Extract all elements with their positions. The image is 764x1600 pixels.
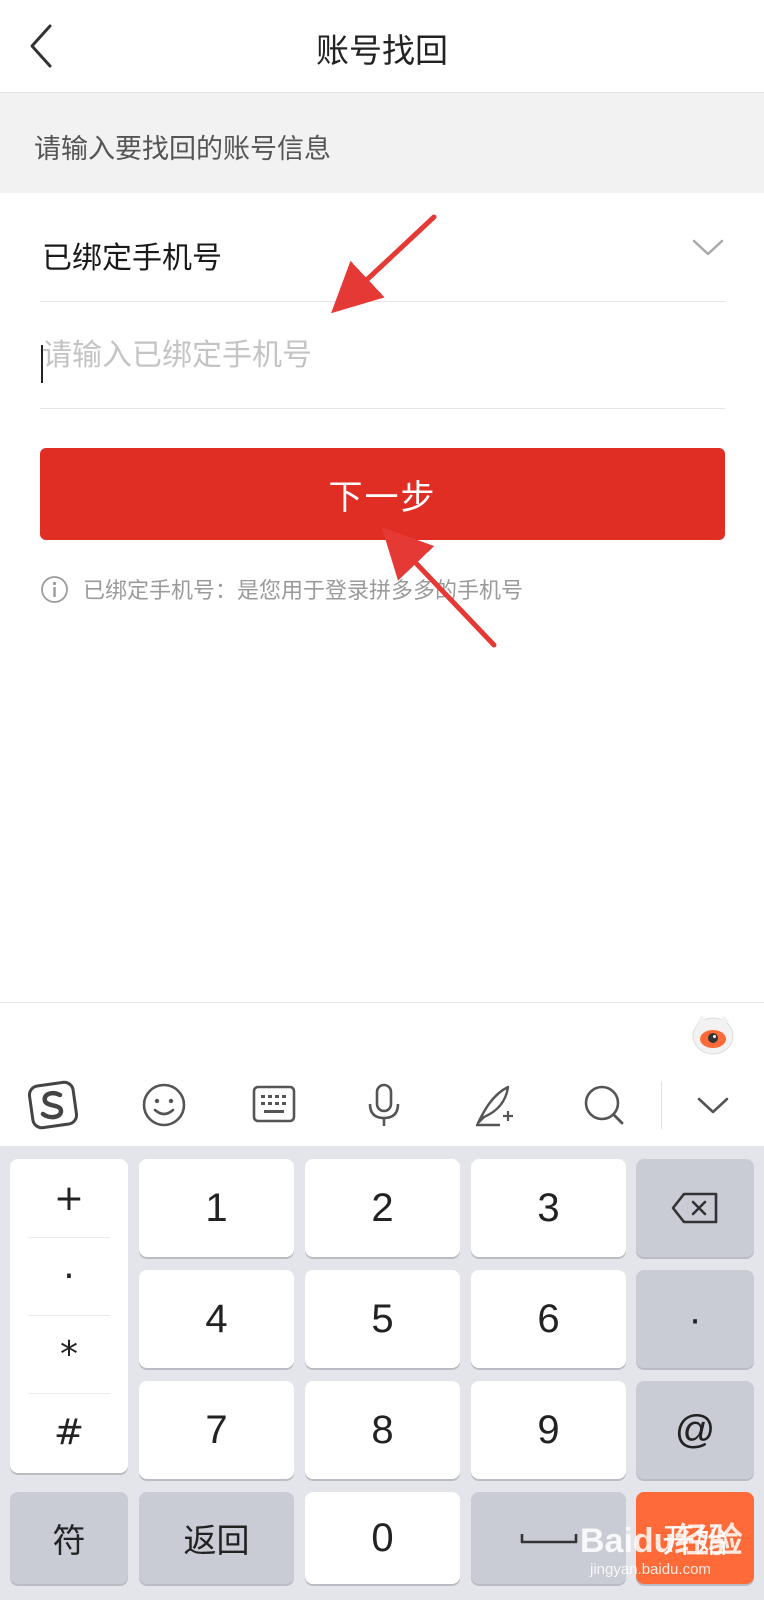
key-5[interactable]: 5 bbox=[305, 1270, 460, 1368]
account-type-label: 已绑定手机号 bbox=[42, 241, 222, 276]
keyboard-icon[interactable] bbox=[246, 1077, 302, 1133]
instruction-banner: 请输入要找回的账号信息 bbox=[0, 93, 764, 193]
space-key[interactable] bbox=[471, 1492, 626, 1584]
symbol-key[interactable]: 符 bbox=[10, 1492, 128, 1584]
plus-key[interactable]: + bbox=[10, 1159, 128, 1237]
next-step-button[interactable]: 下一步 bbox=[40, 448, 725, 540]
instruction-text: 请输入要找回的账号信息 bbox=[34, 134, 331, 165]
keyboard-toolbar bbox=[0, 1063, 764, 1147]
key-6[interactable]: 6 bbox=[471, 1270, 626, 1368]
mascot-icon[interactable] bbox=[690, 1011, 736, 1057]
sogou-logo-icon[interactable] bbox=[26, 1077, 82, 1133]
at-key[interactable]: @ bbox=[636, 1381, 754, 1479]
key-2[interactable]: 2 bbox=[305, 1159, 460, 1257]
key-0[interactable]: 0 bbox=[305, 1492, 460, 1584]
toolbar-divider bbox=[661, 1081, 662, 1129]
chevron-down-icon bbox=[692, 239, 724, 256]
hint-text: 已绑定手机号：是您用于登录拼多多的手机号 bbox=[83, 579, 524, 604]
hint-row: 已绑定手机号：是您用于登录拼多多的手机号 bbox=[40, 574, 523, 604]
collapse-keyboard-icon[interactable] bbox=[685, 1077, 741, 1133]
space-icon bbox=[520, 1534, 577, 1544]
text-cursor bbox=[41, 345, 43, 383]
key-7[interactable]: 7 bbox=[139, 1381, 294, 1479]
key-4[interactable]: 4 bbox=[139, 1270, 294, 1368]
backspace-key[interactable] bbox=[636, 1159, 754, 1257]
return-key[interactable]: 返回 bbox=[139, 1492, 294, 1584]
key-9[interactable]: 9 bbox=[471, 1381, 626, 1479]
asterisk-key[interactable]: * bbox=[10, 1315, 128, 1393]
microphone-icon[interactable] bbox=[356, 1077, 412, 1133]
middle-dot-key[interactable]: · bbox=[10, 1237, 128, 1315]
info-icon bbox=[41, 575, 68, 603]
handwriting-icon[interactable] bbox=[466, 1077, 522, 1133]
key-3[interactable]: 3 bbox=[471, 1159, 626, 1257]
navbar: 账号找回 bbox=[0, 0, 764, 93]
search-icon[interactable] bbox=[576, 1077, 632, 1133]
enter-key[interactable]: 开始 bbox=[636, 1492, 754, 1584]
emoji-icon[interactable] bbox=[136, 1077, 192, 1133]
account-type-selector[interactable]: 已绑定手机号 bbox=[40, 195, 725, 302]
keyboard-toolbar-area bbox=[0, 1002, 764, 1146]
phone-number-input[interactable] bbox=[40, 302, 725, 409]
backspace-icon bbox=[671, 1192, 718, 1224]
key-1[interactable]: 1 bbox=[139, 1159, 294, 1257]
page-title: 账号找回 bbox=[316, 31, 448, 70]
hash-key[interactable]: # bbox=[10, 1393, 128, 1471]
numeric-keyboard: + · * # 1 2 3 4 5 6 · 7 8 9 @ 符 返回 0 开始 bbox=[0, 1146, 764, 1600]
symbol-column: + · * # bbox=[10, 1159, 128, 1473]
dot-key[interactable]: · bbox=[636, 1270, 754, 1368]
key-8[interactable]: 8 bbox=[305, 1381, 460, 1479]
